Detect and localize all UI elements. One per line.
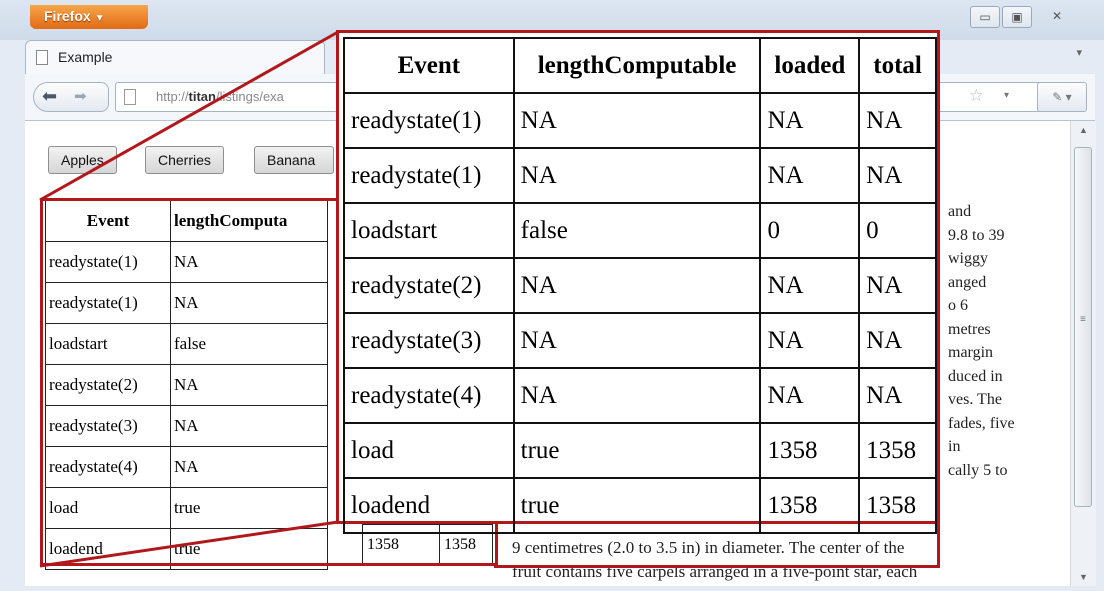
table-row: readystate(4) NA NA NA xyxy=(343,367,937,424)
header-event: Event xyxy=(343,37,515,94)
tab-list-icon[interactable]: ▾ xyxy=(1076,46,1082,59)
table-cell: NA xyxy=(512,257,762,314)
grip-icon: ≡ xyxy=(1080,314,1086,325)
table-cell: NA xyxy=(759,367,861,424)
addon-icon[interactable]: ✎ ▾ xyxy=(1037,82,1087,112)
close-icon[interactable]: ✕ xyxy=(1042,6,1072,28)
scrollbar-thumb[interactable]: ≡ xyxy=(1074,147,1092,507)
table-cell: 1358 xyxy=(858,477,937,534)
table-cell: loadend xyxy=(343,477,515,534)
table-cell: NA xyxy=(512,312,762,369)
table-cell: NA xyxy=(759,92,861,149)
table-cell: 0 xyxy=(759,202,861,259)
fruit-description-side: and 9.8 to 39 wiggy anged o 6 metres margin du… xyxy=(948,203,1015,479)
zoomed-table-callout: Event lengthComputable loaded total read… xyxy=(336,30,940,534)
table-cell: readystate(2) xyxy=(343,257,515,314)
forward-arrow-icon[interactable]: ➡ xyxy=(74,87,87,105)
table-cell: NA xyxy=(512,367,762,424)
vertical-scrollbar[interactable]: ▲ ≡ ▼ xyxy=(1070,121,1096,586)
banana-button[interactable]: Banana xyxy=(254,146,334,174)
tab-title: Example xyxy=(58,49,113,65)
table-cell: NA xyxy=(858,257,937,314)
table-cell: 1358 xyxy=(759,422,861,479)
table-row: readystate(2) NA NA NA xyxy=(343,257,937,314)
table-cell: NA xyxy=(512,92,762,149)
table-cell: NA xyxy=(858,92,937,149)
page-identity-icon xyxy=(124,89,136,105)
minimize-icon[interactable]: ▭ xyxy=(970,6,1000,28)
table-cell: readystate(1) xyxy=(343,92,515,149)
table-cell: NA xyxy=(759,147,861,204)
events-table-zoomed: Event lengthComputable loaded total read… xyxy=(343,37,937,534)
table-cell: load xyxy=(343,422,515,479)
back-forward-buttons[interactable]: ⬅ ➡ xyxy=(33,82,109,112)
url-text: http://titan/listings/exa xyxy=(156,89,284,104)
table-cell: 0 xyxy=(858,202,937,259)
tab-example[interactable]: Example xyxy=(25,40,325,74)
table-row: readystate(1) NA NA NA xyxy=(343,92,937,149)
scroll-up-icon[interactable]: ▲ xyxy=(1079,125,1088,135)
table-cell: NA xyxy=(858,147,937,204)
table-row: readystate(3) NA NA NA xyxy=(343,312,937,369)
table-cell: readystate(4) xyxy=(343,367,515,424)
firefox-button-label: Firefox xyxy=(44,8,91,24)
cherries-button[interactable]: Cherries xyxy=(145,146,224,174)
table-cell: NA xyxy=(858,367,937,424)
browser-window: Firefox ▼ ▭ ▣ ✕ Example ▾ ⬅ ➡ http://tita… xyxy=(0,0,1104,591)
table-cell: NA xyxy=(759,257,861,314)
table-row: load true 1358 1358 xyxy=(343,422,937,479)
scroll-down-icon[interactable]: ▼ xyxy=(1079,572,1088,582)
table-cell: loadstart xyxy=(343,202,515,259)
table-cell: NA xyxy=(858,312,937,369)
table-cell: false xyxy=(512,202,762,259)
firefox-menu-button[interactable]: Firefox ▼ xyxy=(30,5,148,29)
header-length-computable: lengthComputable xyxy=(512,37,762,94)
table-cell: NA xyxy=(759,312,861,369)
table-cell: 1358 xyxy=(759,477,861,534)
chevron-down-icon: ▼ xyxy=(94,13,105,24)
table-row: readystate(1) NA NA NA xyxy=(343,147,937,204)
header-loaded: loaded xyxy=(759,37,861,94)
table-cell: 1358 xyxy=(858,422,937,479)
apples-button[interactable]: Apples xyxy=(48,146,117,174)
table-cell: readystate(3) xyxy=(343,312,515,369)
table-cell: NA xyxy=(512,147,762,204)
back-arrow-icon[interactable]: ⬅ xyxy=(42,86,57,107)
bookmark-star-icon[interactable]: ☆ xyxy=(969,86,984,106)
page-icon xyxy=(36,50,48,65)
maximize-icon[interactable]: ▣ xyxy=(1002,6,1032,28)
table-cell: readystate(1) xyxy=(343,147,515,204)
header-total: total xyxy=(858,37,937,94)
table-row: loadstart false 0 0 xyxy=(343,202,937,259)
table-cell: true xyxy=(512,422,762,479)
history-dropdown-icon[interactable]: ▾ xyxy=(1004,90,1009,101)
table-row: loadend true 1358 1358 xyxy=(343,477,937,534)
table-cell: true xyxy=(512,477,762,534)
